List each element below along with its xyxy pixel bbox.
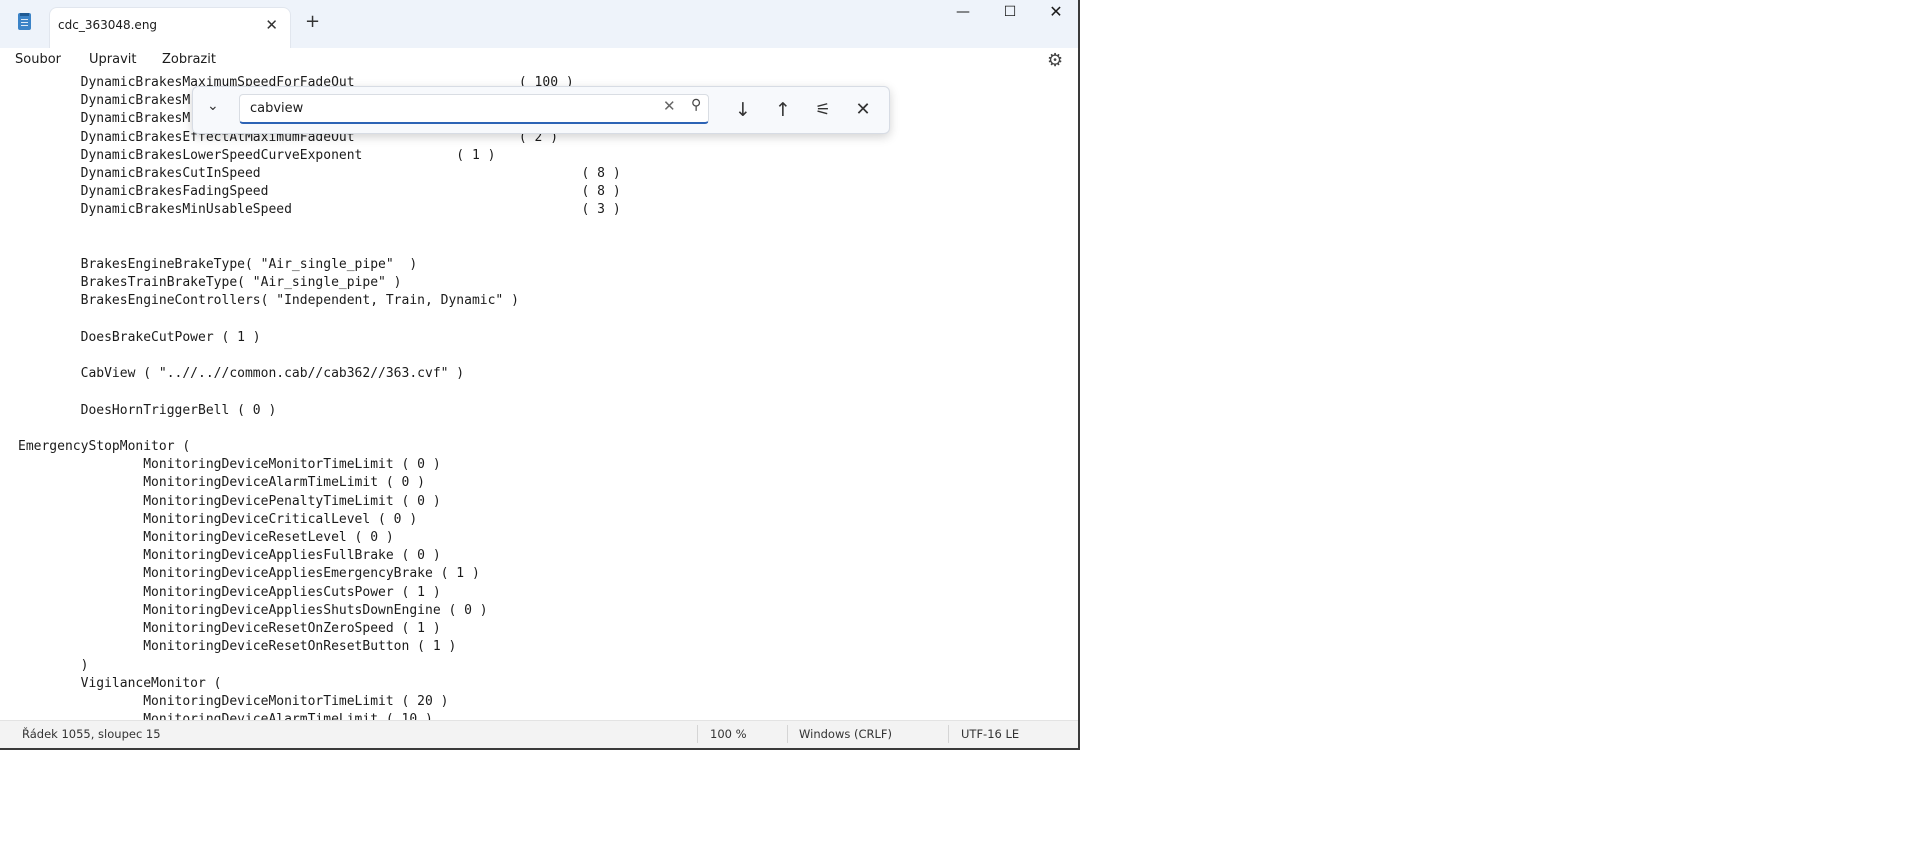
notepad-icon	[18, 13, 31, 30]
plus-icon[interactable]: +	[305, 11, 320, 32]
menu-bar: Soubor Upravit Zobrazit ⚙	[0, 48, 1078, 74]
status-divider	[697, 725, 698, 743]
editor-content[interactable]: DynamicBrakesMaximumSpeedForFadeOut ( 10…	[18, 74, 621, 720]
minimize-icon[interactable]: —	[940, 0, 986, 26]
menu-view[interactable]: Zobrazit	[162, 52, 216, 67]
gear-icon[interactable]: ⚙	[1047, 50, 1063, 71]
maximize-icon[interactable]: ☐	[987, 0, 1033, 26]
tab-document[interactable]: cdc_363048.eng ✕	[50, 8, 290, 48]
search-icon[interactable]: ⚲	[691, 97, 701, 113]
zoom-level[interactable]: 100 %	[710, 727, 747, 741]
status-divider	[787, 725, 788, 743]
clear-icon[interactable]: ✕	[663, 97, 676, 115]
sliders-icon[interactable]: ⚟	[807, 94, 839, 126]
menu-edit[interactable]: Upravit	[89, 52, 136, 67]
status-bar: Řádek 1055, sloupec 15 100 % Windows (CR…	[0, 720, 1078, 748]
close-icon[interactable]: ✕	[847, 94, 879, 126]
menu-file[interactable]: Soubor	[15, 52, 61, 67]
cursor-position[interactable]: Řádek 1055, sloupec 15	[22, 727, 161, 741]
find-bar: ⌄ ✕ ⚲ ↓ ↑ ⚟ ✕	[192, 86, 890, 134]
notepad-window: cdc_363048.eng ✕ + — ☐ ✕ Soubor Upravit …	[0, 0, 1080, 750]
line-ending[interactable]: Windows (CRLF)	[799, 727, 892, 741]
arrow-down-icon[interactable]: ↓	[727, 94, 759, 126]
status-divider	[948, 725, 949, 743]
chevron-down-icon[interactable]: ⌄	[207, 98, 219, 114]
find-input[interactable]	[239, 94, 709, 124]
title-bar: cdc_363048.eng ✕ + — ☐ ✕	[0, 0, 1078, 48]
text-editor[interactable]: DynamicBrakesMaximumSpeedForFadeOut ( 10…	[0, 74, 1078, 720]
tab-title: cdc_363048.eng	[58, 18, 158, 32]
close-icon[interactable]: ✕	[1033, 0, 1078, 26]
close-icon[interactable]: ✕	[265, 16, 278, 34]
arrow-up-icon[interactable]: ↑	[767, 94, 799, 126]
encoding[interactable]: UTF-16 LE	[961, 727, 1019, 741]
